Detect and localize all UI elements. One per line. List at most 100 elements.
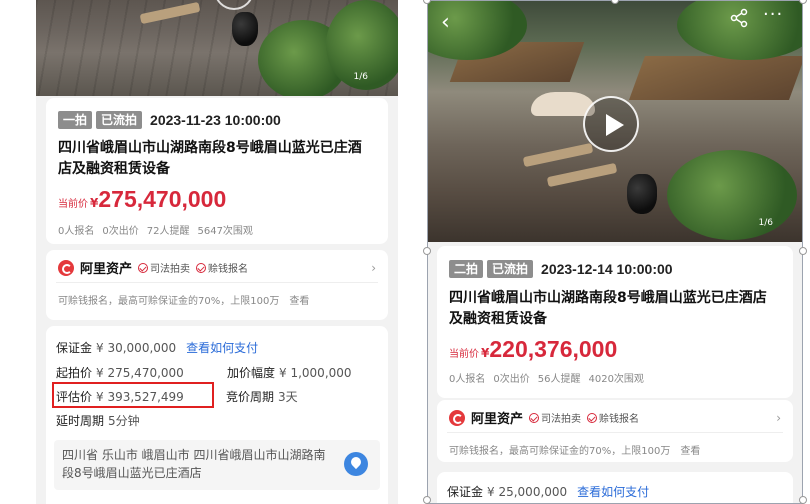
auction-info-card: 一拍 已流拍 2023-11-23 10:00:00 四川省峨眉山市山湖路南段8… <box>46 98 388 244</box>
ali-asset-name: 阿里资产 <box>471 412 524 427</box>
ali-asset-name: 阿里资产 <box>80 262 133 277</box>
share-icon[interactable] <box>729 8 749 28</box>
ali-asset-logo-icon <box>58 259 74 276</box>
price-value: 220,376,000 <box>489 336 618 362</box>
current-price: 当前价 ¥ 275,470,000 <box>58 186 226 213</box>
price-label: 当前价 <box>449 349 479 360</box>
credit-info-text: 可赊钱报名，最高可赊保证金的70%，上限100万 <box>449 446 671 457</box>
lounger <box>522 142 594 168</box>
ali-asset-card[interactable]: 阿里资产 司法拍卖 赊钱报名 › 可赊钱报名，最高可赊保证金的70%，上限100… <box>46 250 388 320</box>
deposit-value: ¥ 30,000,000 <box>96 341 177 355</box>
how-to-pay-link[interactable]: 查看如何支付 <box>577 484 649 500</box>
credit-info: 可赊钱报名，最高可赊保证金的70%，上限100万 查看 <box>449 442 700 457</box>
auction-time: 2023-12-14 10:00:00 <box>541 261 673 277</box>
badge-label: 赊钱报名 <box>208 264 249 275</box>
selection-handle[interactable] <box>799 0 807 4</box>
ali-asset-row[interactable]: 阿里资产 司法拍卖 赊钱报名 › <box>58 258 376 277</box>
deposit-row: 保证金 ¥ 25,000,000 查看如何支付 <box>447 484 649 500</box>
judicial-auction-badge: 司法拍卖 <box>529 410 581 425</box>
selection-handle[interactable] <box>423 496 431 504</box>
increment-row: 加价幅度 ¥ 1,000,000 <box>227 365 352 381</box>
back-icon[interactable]: ‹ <box>441 10 450 35</box>
credit-signup-badge: 赊钱报名 <box>587 410 639 425</box>
property-photo[interactable]: ‹ ··· 1/6 <box>427 0 803 242</box>
left-auction-screen: 1/6 一拍 已流拍 2023-11-23 10:00:00 四川省峨眉山市山湖… <box>36 0 398 504</box>
deposit-label: 保证金 <box>447 485 484 499</box>
judicial-auction-badge: 司法拍卖 <box>138 260 190 275</box>
deposit-value: ¥ 25,000,000 <box>487 485 568 499</box>
property-title: 四川省峨眉山市山湖路南段8号峨眉山蓝光已庄酒店及融资租赁设备 <box>58 140 362 177</box>
check-icon <box>529 412 540 423</box>
lounger <box>546 162 618 188</box>
planter-pot <box>232 12 258 46</box>
stat-registrations: 0人报名 <box>449 374 486 385</box>
check-icon <box>196 262 207 273</box>
stat-views: 5647次围观 <box>197 226 253 237</box>
status-tag: 已流拍 <box>487 260 534 278</box>
current-price: 当前价 ¥ 220,376,000 <box>449 336 617 363</box>
map-pin-icon[interactable] <box>344 452 368 476</box>
selection-handle[interactable] <box>799 247 807 255</box>
roof <box>628 56 803 100</box>
deposit-card: 保证金 ¥ 25,000,000 查看如何支付 <box>437 472 793 504</box>
property-title: 四川省峨眉山市山湖路南段8号峨眉山蓝光已庄酒店及融资租赁设备 <box>449 290 767 327</box>
chevron-right-icon[interactable]: › <box>776 411 781 425</box>
check-icon <box>138 262 149 273</box>
credit-info-text: 可赊钱报名，最高可赊保证金的70%，上限100万 <box>58 296 280 307</box>
stat-bids: 0次出价 <box>493 374 530 385</box>
right-auction-screen: ‹ ··· 1/6 二拍 已流拍 2023-12-14 10:00:00 四川省… <box>427 0 803 504</box>
bid-period-row: 竞价周期 3天 <box>226 389 298 405</box>
ali-asset-logo-icon <box>449 409 465 426</box>
deposit-card: 保证金 ¥ 30,000,000 查看如何支付 起拍价 ¥ 275,470,00… <box>46 326 388 504</box>
credit-info-link[interactable]: 查看 <box>289 292 309 307</box>
chevron-right-icon[interactable]: › <box>371 261 376 275</box>
round-tag: 二拍 <box>449 260 484 278</box>
price-currency: ¥ <box>90 196 99 210</box>
delay-period-row: 延时周期 5分钟 <box>56 413 140 429</box>
more-icon[interactable]: ··· <box>763 4 783 25</box>
badge-label: 赊钱报名 <box>599 414 640 425</box>
bid-period-value: 3天 <box>278 390 298 404</box>
credit-info: 可赊钱报名，最高可赊保证金的70%，上限100万 查看 <box>58 292 309 307</box>
increment-label: 加价幅度 <box>227 366 276 380</box>
ali-asset-row[interactable]: 阿里资产 司法拍卖 赊钱报名 › <box>449 408 781 427</box>
foliage <box>667 150 797 240</box>
property-photo[interactable]: 1/6 <box>36 0 398 96</box>
address-text: 四川省 乐山市 峨眉山市 四川省峨眉山市山湖路南段8号峨眉山蓝光已庄酒店 <box>62 448 326 480</box>
start-price-label: 起拍价 <box>56 366 93 380</box>
selection-handle[interactable] <box>799 496 807 504</box>
appraisal-highlight-box <box>52 382 214 408</box>
start-price-value: ¥ 275,470,000 <box>96 366 184 380</box>
image-counter: 1/6 <box>758 218 773 228</box>
planter-pot <box>627 174 657 214</box>
check-icon <box>587 412 598 423</box>
auction-info-card: 二拍 已流拍 2023-12-14 10:00:00 四川省峨眉山市山湖路南段8… <box>437 246 793 398</box>
bid-period-label: 竞价周期 <box>226 390 275 404</box>
ali-asset-card[interactable]: 阿里资产 司法拍卖 赊钱报名 › 可赊钱报名，最高可赊保证金的70%，上限100… <box>437 400 793 462</box>
start-price-row: 起拍价 ¥ 275,470,000 <box>56 365 184 381</box>
how-to-pay-link[interactable]: 查看如何支付 <box>186 340 258 356</box>
image-counter: 1/6 <box>353 72 368 82</box>
credit-signup-badge: 赊钱报名 <box>196 260 248 275</box>
divider <box>447 432 783 433</box>
selection-handle[interactable] <box>423 247 431 255</box>
auction-tags: 一拍 已流拍 2023-11-23 10:00:00 <box>58 111 281 129</box>
deposit-row: 保证金 ¥ 30,000,000 查看如何支付 <box>56 340 258 356</box>
delay-period-label: 延时周期 <box>56 414 105 428</box>
divider <box>56 282 378 283</box>
deposit-label: 保证金 <box>56 341 93 355</box>
status-tag: 已流拍 <box>96 111 143 129</box>
stat-reminders: 56人提醒 <box>537 374 581 385</box>
stat-bids: 0次出价 <box>102 226 139 237</box>
round-tag: 一拍 <box>58 111 93 129</box>
price-currency: ¥ <box>481 346 490 360</box>
auction-time: 2023-11-23 10:00:00 <box>150 112 281 128</box>
price-label: 当前价 <box>58 199 88 210</box>
stat-registrations: 0人报名 <box>58 226 95 237</box>
stat-reminders: 72人提醒 <box>146 226 190 237</box>
badge-label: 司法拍卖 <box>150 264 191 275</box>
address-box[interactable]: 四川省 乐山市 峨眉山市 四川省峨眉山市山湖路南段8号峨眉山蓝光已庄酒店 <box>54 440 380 490</box>
video-play-icon[interactable] <box>583 96 639 152</box>
price-value: 275,470,000 <box>98 186 227 212</box>
credit-info-link[interactable]: 查看 <box>680 442 700 457</box>
